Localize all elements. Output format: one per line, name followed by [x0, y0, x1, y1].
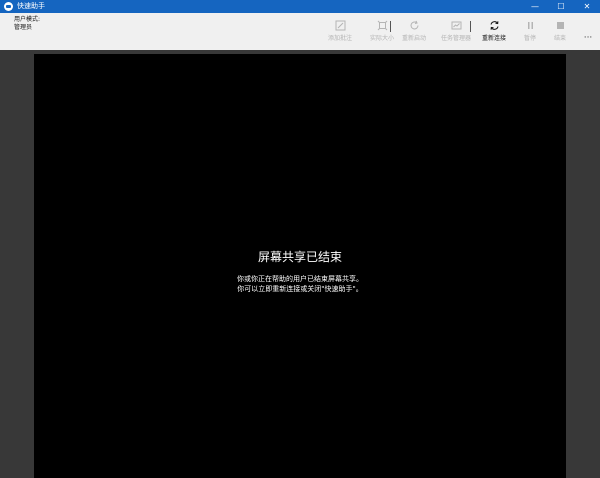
close-button[interactable]: ✕ [574, 0, 600, 13]
stop-button[interactable]: 结束 [545, 13, 575, 50]
quick-assist-window: 快速助手 — ☐ ✕ 用户模式: 管理员 添加批注 实际大小 重新启动 任务管理… [0, 0, 600, 478]
actual-size-icon [377, 20, 388, 31]
session-ended-title: 屏幕共享已结束 [257, 250, 342, 264]
reconnect-icon [489, 20, 500, 31]
more-icon: ··· [583, 33, 593, 43]
session-ended-message-line2: 你可以立即重新连接或关闭"快速助手"。 [237, 285, 363, 293]
more-options-button[interactable]: ··· [576, 26, 600, 50]
quick-assist-app-icon [4, 2, 13, 11]
toolbar-group-system: 重新启动 任务管理器 [393, 13, 477, 50]
window-controls: — ☐ ✕ [522, 0, 600, 13]
title-bar[interactable]: 快速助手 — ☐ ✕ [0, 0, 600, 13]
stop-label: 结束 [553, 35, 566, 42]
reconnect-button[interactable]: 重新连接 [473, 13, 515, 50]
toolbar: 用户模式: 管理员 添加批注 实际大小 重新启动 任务管理器 重新连接 暂停 结… [0, 13, 600, 50]
pause-label: 暂停 [523, 35, 536, 42]
pause-button[interactable]: 暂停 [515, 13, 545, 50]
toolbar-group-session: 重新连接 暂停 结束 [473, 13, 575, 50]
maximize-button[interactable]: ☐ [548, 0, 574, 13]
minimize-button[interactable]: — [522, 0, 548, 13]
annotate-label: 添加批注 [327, 35, 352, 42]
user-mode-info: 用户模式: 管理员 [14, 16, 40, 32]
annotate-icon [335, 20, 346, 31]
remote-view-area: 屏幕共享已结束 你或你正在帮助的用户已结束屏幕共享。 你可以立即重新连接或关闭"… [0, 50, 600, 478]
task-manager-label: 任务管理器 [440, 35, 471, 42]
toolbar-separator [390, 21, 391, 32]
pause-icon [525, 20, 536, 31]
user-mode-value: 管理员 [14, 24, 33, 31]
actual-size-label: 实际大小 [369, 35, 394, 42]
session-ended-message-line1: 你或你正在帮助的用户已结束屏幕共享。 [237, 275, 363, 283]
reconnect-label: 重新连接 [481, 35, 506, 42]
annotate-button[interactable]: 添加批注 [319, 13, 361, 50]
stop-icon [555, 20, 566, 31]
restart-icon [409, 20, 420, 31]
restart-label: 重新启动 [401, 35, 426, 42]
task-manager-icon [451, 20, 462, 31]
toolbar-separator [470, 21, 471, 32]
remote-screen[interactable]: 屏幕共享已结束 你或你正在帮助的用户已结束屏幕共享。 你可以立即重新连接或关闭"… [34, 54, 566, 478]
user-mode-label: 用户模式: [14, 16, 41, 23]
restart-button[interactable]: 重新启动 [393, 13, 435, 50]
window-title: 快速助手 [17, 2, 45, 10]
